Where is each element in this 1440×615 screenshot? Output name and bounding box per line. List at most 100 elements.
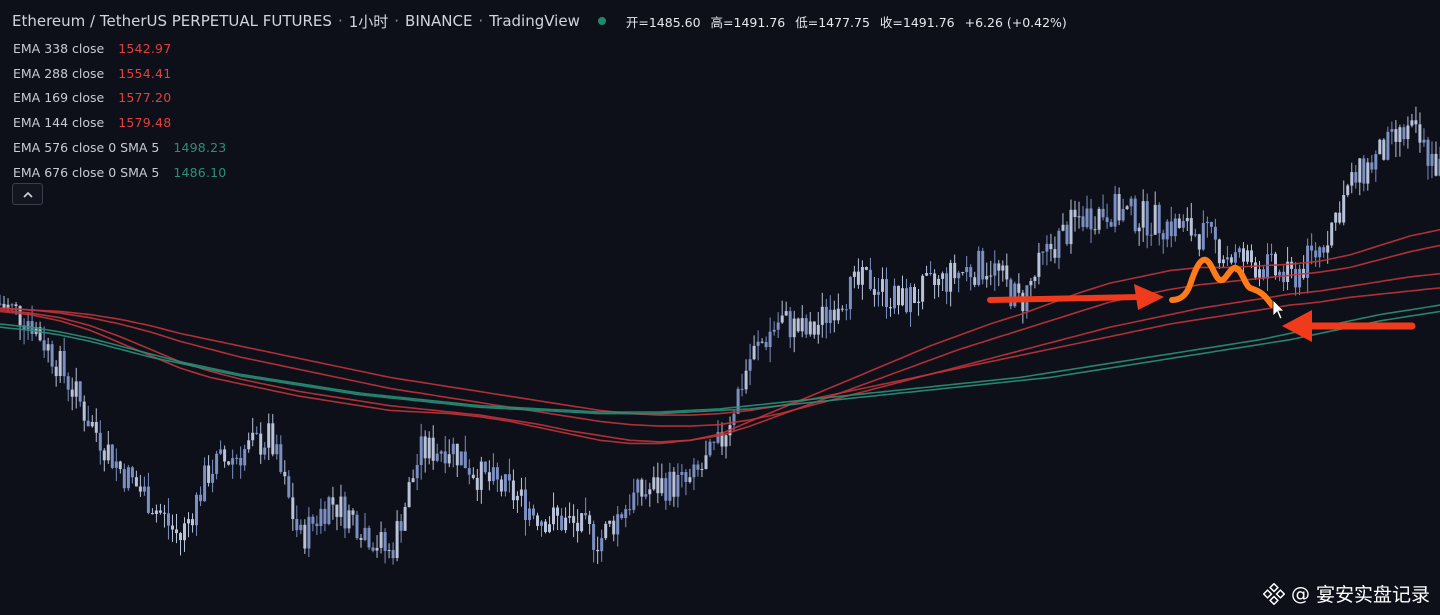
candle-body [616, 514, 620, 535]
candle-body [102, 450, 106, 461]
candle-body [171, 525, 174, 530]
legend-value: 1554.41 [118, 65, 172, 81]
candle-body [1177, 218, 1181, 228]
candle-body [1434, 153, 1438, 176]
candle-body [624, 509, 628, 518]
candle-body [536, 515, 539, 526]
candle-body [114, 461, 118, 468]
candle-body [965, 267, 969, 273]
candle-body [760, 341, 764, 343]
candle-body [808, 321, 812, 335]
candle-body [905, 288, 908, 313]
candle-body [945, 273, 949, 292]
candle-body [744, 370, 748, 390]
candle-body [1141, 201, 1145, 228]
candle-body [576, 522, 580, 532]
candle-body [195, 494, 198, 526]
legend-item-ema-288[interactable]: EMA 288 close 1554.41 [13, 61, 226, 86]
candle-body [58, 351, 62, 376]
source-label: TradingView [489, 12, 580, 30]
candle-body [219, 449, 223, 454]
candle-body [688, 477, 692, 482]
ema-line-ema-576-close-0-sma-5[interactable] [0, 304, 1440, 413]
legend-item-ema-169[interactable]: EMA 169 close 1577.20 [13, 86, 226, 111]
candle-body [1133, 198, 1137, 232]
candle-body [1354, 172, 1358, 183]
candle-body [263, 447, 267, 455]
low-label: 低 [795, 14, 808, 30]
candle-body [844, 309, 848, 311]
candle-body [1242, 248, 1245, 262]
candle-body [207, 465, 211, 483]
candle-body [1386, 131, 1390, 160]
legend-item-ema-144[interactable]: EMA 144 close 1579.48 [13, 110, 226, 135]
symbol-title[interactable]: Ethereum / TetherUS PERPETUAL FUTURES [12, 12, 332, 30]
candle-body [796, 318, 800, 332]
candle-body [680, 472, 684, 475]
candle-body [1209, 221, 1213, 227]
candle-body [848, 276, 852, 310]
candle-body [696, 464, 700, 470]
candle-body [997, 263, 1001, 271]
candle-body [411, 478, 415, 483]
candle-body [295, 519, 299, 531]
exchange-label: BINANCE [405, 12, 473, 30]
candle-body [239, 457, 243, 466]
candle-body [511, 480, 515, 501]
candle-body [981, 250, 985, 280]
candle-body [712, 441, 716, 443]
candle-body [708, 441, 712, 456]
candle-body [1318, 247, 1322, 258]
candle-body [383, 532, 387, 551]
candle-body [150, 513, 154, 515]
candle-body [1221, 259, 1225, 264]
candle-body [279, 444, 283, 472]
candle-body [1073, 209, 1077, 217]
candle-body [852, 271, 856, 277]
candle-body [1398, 127, 1402, 142]
candle-body [700, 469, 704, 470]
candle-body [1097, 208, 1101, 230]
candle-body [540, 521, 543, 526]
candle-body [315, 523, 319, 527]
collapse-legend-button[interactable] [12, 183, 43, 205]
candle-body [692, 464, 696, 478]
candle-body [957, 272, 961, 279]
candle-body [1145, 201, 1149, 236]
legend-item-ema-576[interactable]: EMA 576 close 0 SMA 5 1498.23 [13, 135, 226, 160]
candle-body [455, 443, 459, 466]
ema-line-ema-676-close-0-sma-5[interactable] [0, 310, 1440, 415]
candle-body [1169, 221, 1173, 237]
legend-item-ema-338[interactable]: EMA 338 close 1542.97 [13, 36, 226, 61]
candle-body [415, 465, 419, 479]
candle-body [26, 321, 30, 330]
candle-body [933, 273, 937, 285]
candle-body [660, 478, 664, 494]
candle-body [1157, 204, 1161, 234]
candle-body [163, 512, 166, 514]
candle-body [580, 513, 584, 532]
candle-body [1005, 265, 1009, 280]
candle-body [183, 523, 186, 541]
legend-name: EMA 144 close [13, 115, 105, 131]
candle-body [588, 515, 592, 524]
candle-body [303, 524, 307, 549]
candle-body [1121, 209, 1125, 221]
candle-body [110, 444, 114, 468]
candle-body [251, 432, 255, 441]
candle-body [632, 492, 636, 510]
candle-body [130, 467, 134, 478]
legend-name: EMA 576 close 0 SMA 5 [13, 140, 160, 156]
candle-body [307, 516, 311, 549]
interval-label[interactable]: 1小时 [349, 11, 389, 32]
candle-body [1402, 127, 1406, 140]
candle-body [495, 467, 499, 480]
candle-body [628, 509, 632, 511]
candle-body [856, 271, 860, 285]
candle-body [1246, 250, 1249, 262]
candle-body [42, 340, 46, 351]
candle-body [1278, 271, 1282, 276]
candle-body [640, 479, 644, 497]
legend-item-ema-676[interactable]: EMA 676 close 0 SMA 5 1486.10 [13, 160, 226, 185]
candle-body [2, 303, 6, 308]
